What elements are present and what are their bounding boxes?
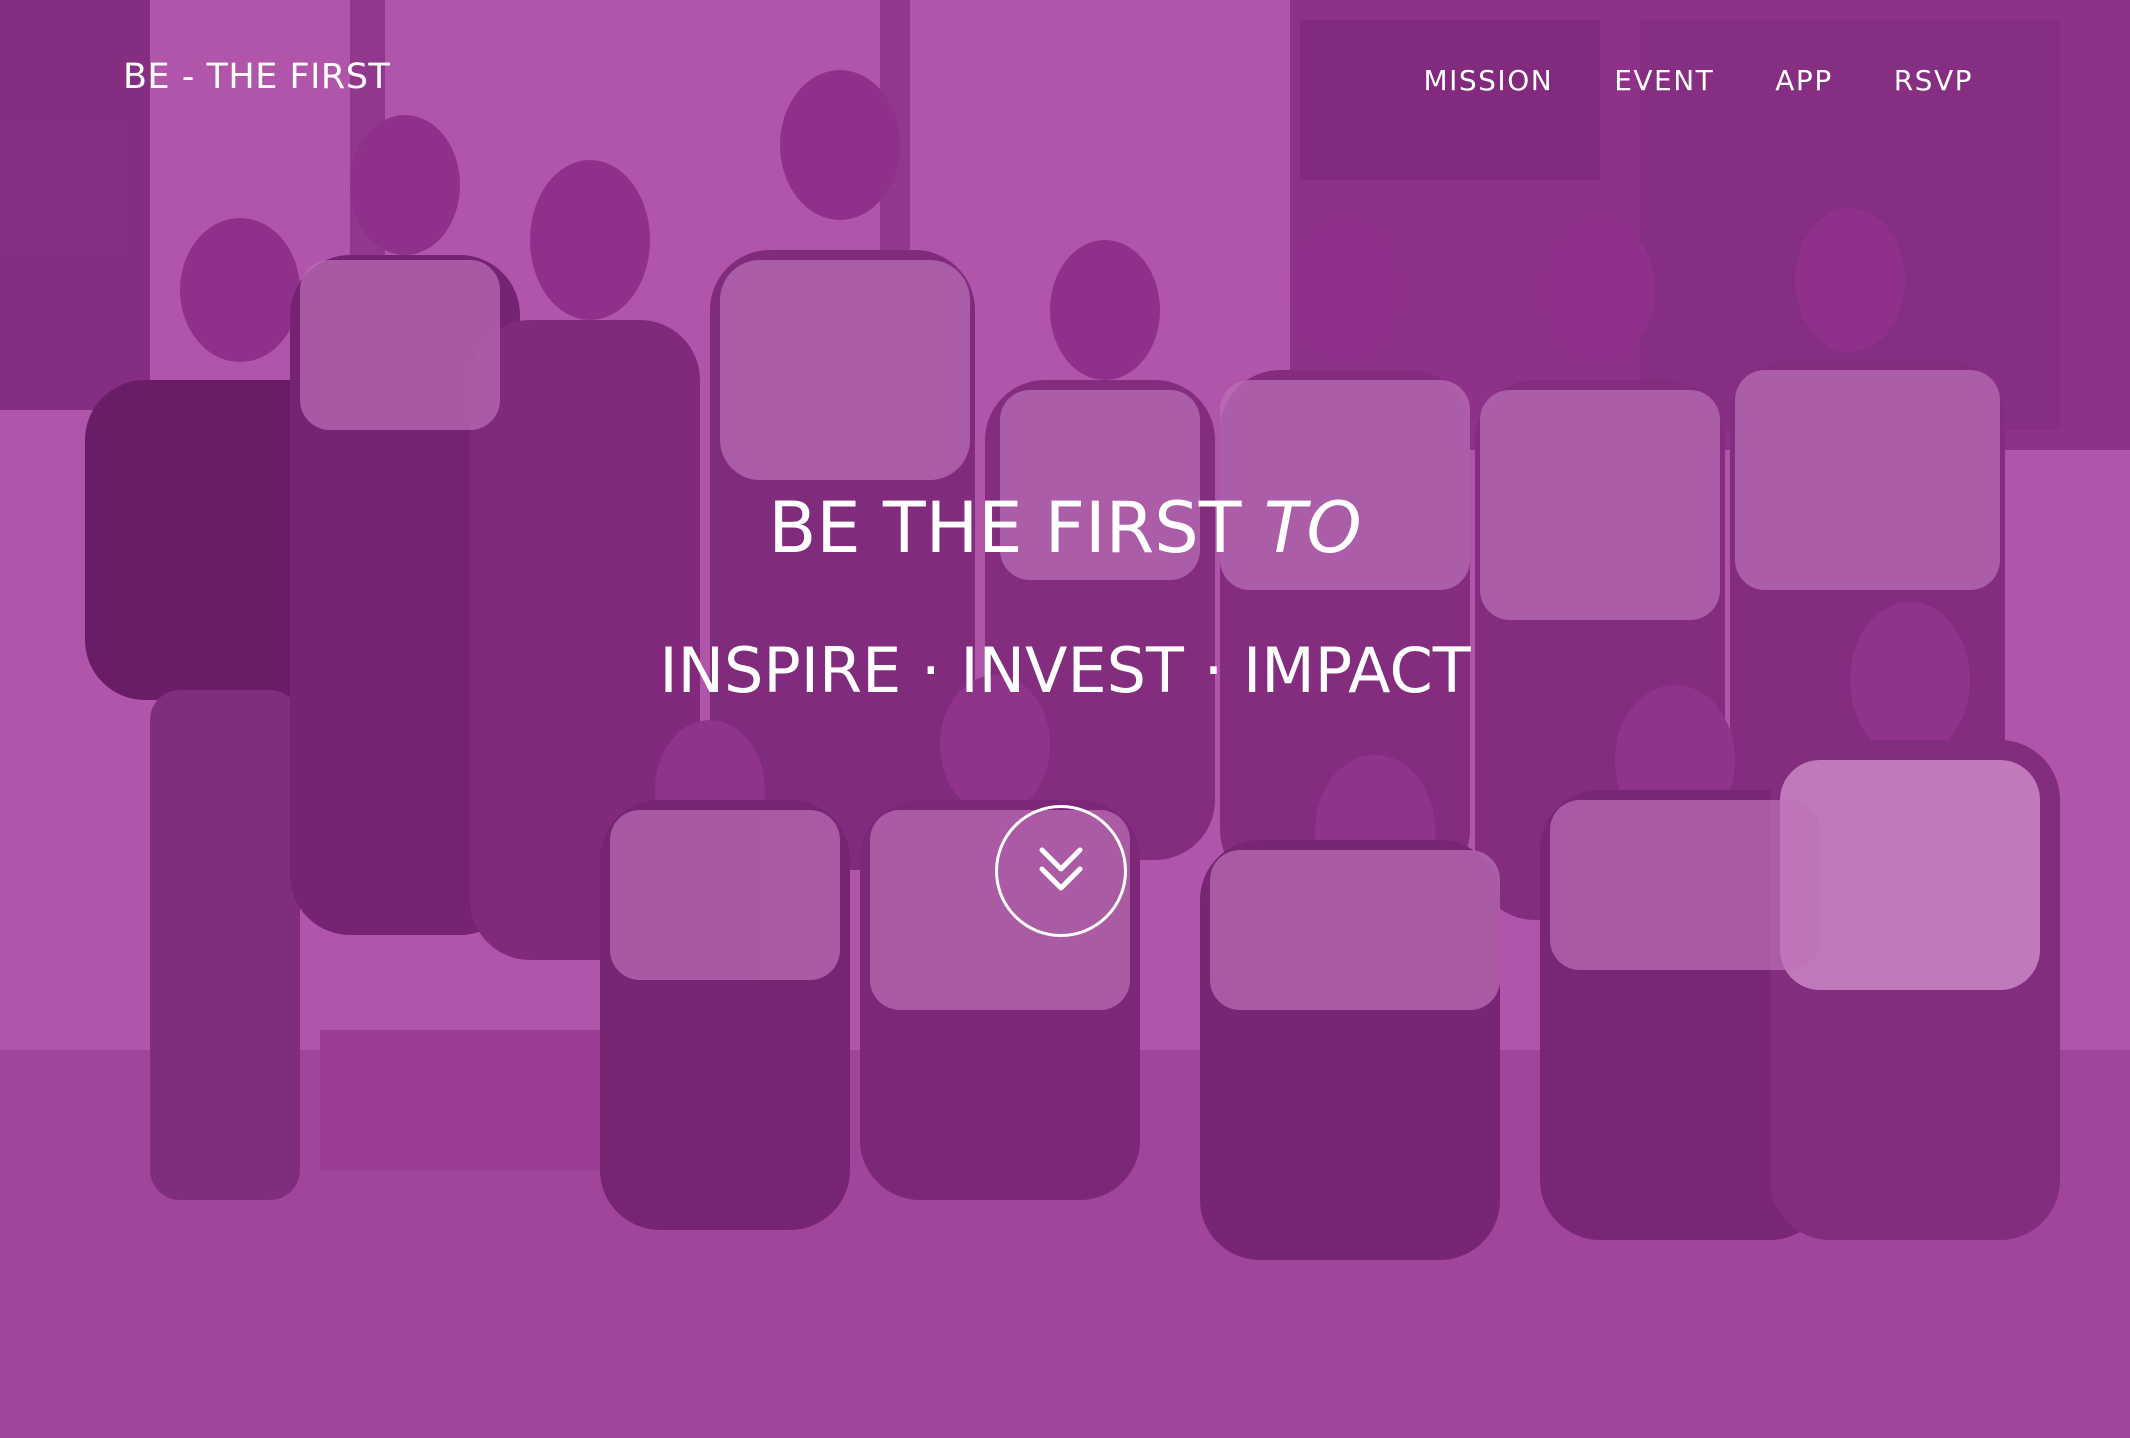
- nav-item-event: EVENT: [1614, 64, 1714, 97]
- nav-link-event[interactable]: EVENT: [1614, 64, 1714, 97]
- headline-main-text: BE THE FIRST: [768, 487, 1264, 569]
- top-navigation: BE - THE FIRST MISSION EVENT APP RSVP: [0, 0, 2130, 165]
- nav-menu: MISSION EVENT APP RSVP: [1423, 64, 1973, 97]
- nav-item-rsvp: RSVP: [1894, 64, 1973, 97]
- nav-link-rsvp[interactable]: RSVP: [1894, 64, 1973, 97]
- hero-section: BE - THE FIRST MISSION EVENT APP RSVP BE…: [0, 0, 2130, 1438]
- hero-headline: BE THE FIRST TO: [0, 486, 2130, 570]
- headline-emphasis-text: TO: [1263, 487, 1362, 569]
- hero-subheadline: INSPIRE · INVEST · IMPACT: [659, 634, 1471, 707]
- nav-item-app: APP: [1775, 64, 1832, 97]
- color-overlay: [0, 0, 2130, 1438]
- double-chevron-down-icon: [1039, 847, 1083, 891]
- nav-link-app[interactable]: APP: [1775, 64, 1832, 97]
- scroll-down-button[interactable]: [995, 805, 1127, 937]
- nav-link-mission[interactable]: MISSION: [1423, 64, 1553, 97]
- nav-item-mission: MISSION: [1423, 64, 1553, 97]
- brand-logo-link[interactable]: BE - THE FIRST: [123, 57, 390, 97]
